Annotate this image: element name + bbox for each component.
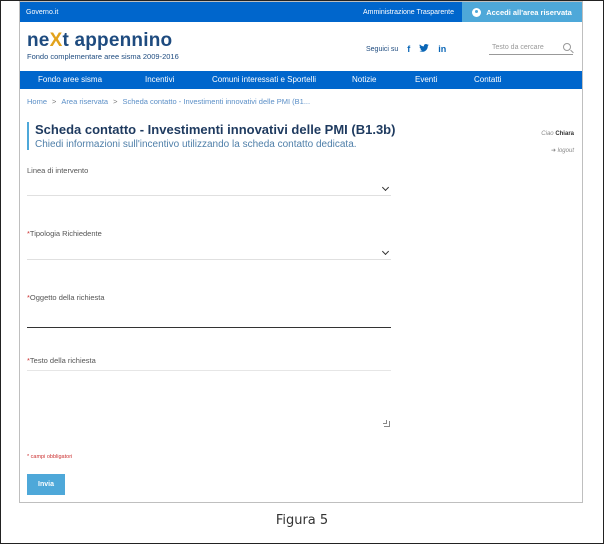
testo-richiesta-label: *Testo della richiesta <box>27 356 96 365</box>
top-bar: Governo.it Amministrazione Trasparente A… <box>20 2 582 22</box>
oggetto-richiesta-label: *Oggetto della richiesta <box>27 293 105 302</box>
tipologia-richiedente-label: *Tipologia Richiedente <box>27 229 102 238</box>
site-header: neXt appennino Fondo complementare aree … <box>20 22 582 71</box>
search-icon[interactable] <box>563 43 571 51</box>
invia-button[interactable]: Invia <box>27 474 65 495</box>
linea-intervento-label: Linea di intervento <box>27 166 89 175</box>
mandatory-note: * campi obbligatori <box>27 454 73 460</box>
social-links: Seguici su f in <box>366 44 446 54</box>
user-name: Chiara <box>555 131 574 137</box>
breadcrumb-home[interactable]: Home <box>27 97 47 106</box>
page-heading: Scheda contatto - Investimenti innovativ… <box>27 122 395 150</box>
breadcrumb-separator: > <box>113 97 118 106</box>
seguici-label: Seguici su <box>366 45 399 53</box>
chevron-down-icon <box>381 183 390 192</box>
accedi-area-riservata-button[interactable]: Accedi all'area riservata <box>462 2 582 22</box>
governo-link[interactable]: Governo.it <box>26 9 363 16</box>
main-nav: Fondo aree sisma Incentivi Comuni intere… <box>20 71 582 89</box>
breadcrumb-area-riservata[interactable]: Area riservata <box>61 97 108 106</box>
nav-item-contatti[interactable]: Contatti <box>474 75 502 84</box>
logout-link[interactable]: ➜ logout <box>551 147 574 154</box>
linkedin-icon[interactable]: in <box>438 44 446 54</box>
figure-caption: Figura 5 <box>275 513 329 528</box>
page-subtitle: Chiedi informazioni sull'incentivo utili… <box>35 139 357 150</box>
browser-viewport: Governo.it Amministrazione Trasparente A… <box>19 1 583 503</box>
brand-name: neXt appennino <box>27 30 173 51</box>
facebook-icon[interactable]: f <box>407 44 410 54</box>
search-box[interactable]: Testo da cercare <box>489 40 573 55</box>
page-title: Scheda contatto - Investimenti innovativ… <box>35 122 396 137</box>
nav-item-fondo-aree-sisma[interactable]: Fondo aree sisma <box>38 75 102 84</box>
twitter-icon[interactable] <box>419 44 430 54</box>
search-input[interactable]: Testo da cercare <box>489 44 563 51</box>
site-logo[interactable]: neXt appennino Fondo complementare aree … <box>27 30 179 62</box>
breadcrumb: Home > Area riservata > Scheda contatto - In… <box>27 97 310 106</box>
accedi-label: Accedi all'area riservata <box>486 7 572 17</box>
amministrazione-trasparente-link[interactable]: Amministrazione Trasparente <box>363 9 454 16</box>
nav-item-comuni[interactable]: Comuni interessati e Sportelli <box>212 75 316 84</box>
resize-grip-icon[interactable] <box>383 420 390 427</box>
oggetto-underline <box>27 327 391 328</box>
oggetto-richiesta-input[interactable] <box>27 307 391 327</box>
chevron-down-icon <box>381 247 390 256</box>
nav-item-incentivi[interactable]: Incentivi <box>145 75 174 84</box>
nav-item-notizie[interactable]: Notizie <box>352 75 376 84</box>
linea-intervento-select[interactable] <box>27 182 391 196</box>
user-icon <box>472 7 482 17</box>
nav-item-eventi[interactable]: Eventi <box>415 75 437 84</box>
breadcrumb-separator: > <box>52 97 57 106</box>
user-greeting: Ciao Chiara <box>541 131 574 137</box>
breadcrumb-current: Scheda contatto - Investimenti innovativ… <box>122 97 311 106</box>
testo-richiesta-textarea[interactable] <box>27 370 391 428</box>
brand-tagline: Fondo complementare aree sisma 2009-2016 <box>27 52 179 61</box>
tipologia-richiedente-select[interactable] <box>27 246 391 260</box>
